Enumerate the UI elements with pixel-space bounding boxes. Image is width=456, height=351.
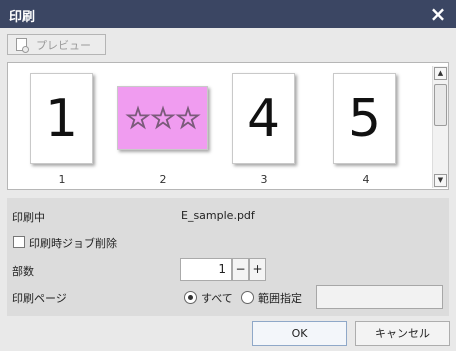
range-radio[interactable]	[241, 291, 254, 304]
delete-job-label[interactable]: 印刷時ジョブ削除	[29, 235, 117, 251]
title-bar: 印刷 ×	[0, 0, 456, 28]
preview-button[interactable]: プレビュー	[7, 34, 106, 55]
page-thumbnail-content: 4	[246, 88, 281, 149]
printing-file-name: E_sample.pdf	[181, 209, 255, 222]
page-thumbnail-2[interactable]: ☆☆☆	[117, 86, 208, 150]
dialog-title: 印刷	[9, 10, 36, 25]
decrement-button[interactable]: −	[232, 258, 249, 281]
scroll-thumb[interactable]	[434, 84, 447, 126]
page-thumbnail-label: 4	[362, 173, 370, 186]
cancel-button[interactable]: キャンセル	[355, 321, 450, 346]
preview-scrollbar[interactable]: ▲ ▼	[432, 66, 448, 188]
delete-job-checkbox[interactable]	[13, 236, 25, 248]
close-icon[interactable]: ×	[426, 2, 450, 26]
increment-button[interactable]: +	[249, 258, 266, 281]
page-thumbnail-label: 3	[260, 173, 268, 186]
page-thumbnail-label: 2	[159, 173, 167, 186]
scroll-up-icon[interactable]: ▲	[434, 67, 447, 80]
page-preview-area: 1 1 ☆☆☆ 2 4 3 5 4	[7, 62, 449, 190]
stars-icon: ☆☆☆	[125, 101, 202, 136]
printing-label: 印刷中	[12, 211, 45, 224]
range-label[interactable]: 範囲指定	[258, 290, 302, 306]
preview-icon	[16, 38, 29, 53]
copies-input[interactable]: 1	[180, 258, 232, 281]
page-thumbnail-label: 1	[58, 173, 66, 186]
page-range-input[interactable]	[316, 285, 443, 309]
page-thumbnail-4[interactable]: 5	[333, 73, 396, 164]
all-pages-label[interactable]: すべて	[201, 290, 233, 306]
page-thumbnail-content: 5	[347, 88, 382, 149]
copies-label: 部数	[12, 265, 34, 278]
page-thumbnail-content: 1	[44, 88, 79, 149]
print-dialog: 印刷 × プレビュー 1 1 ☆☆☆ 2 4 3 5 4 ▲ ▼ 印刷中 E_s…	[0, 0, 456, 351]
preview-button-label: プレビュー	[36, 38, 91, 52]
print-pages-label: 印刷ページ	[12, 292, 67, 305]
page-thumbnail-3[interactable]: 4	[232, 73, 295, 164]
scroll-down-icon[interactable]: ▼	[434, 174, 447, 187]
ok-button[interactable]: OK	[252, 321, 347, 346]
page-thumbnail-1[interactable]: 1	[30, 73, 93, 164]
all-pages-radio[interactable]	[184, 291, 197, 304]
